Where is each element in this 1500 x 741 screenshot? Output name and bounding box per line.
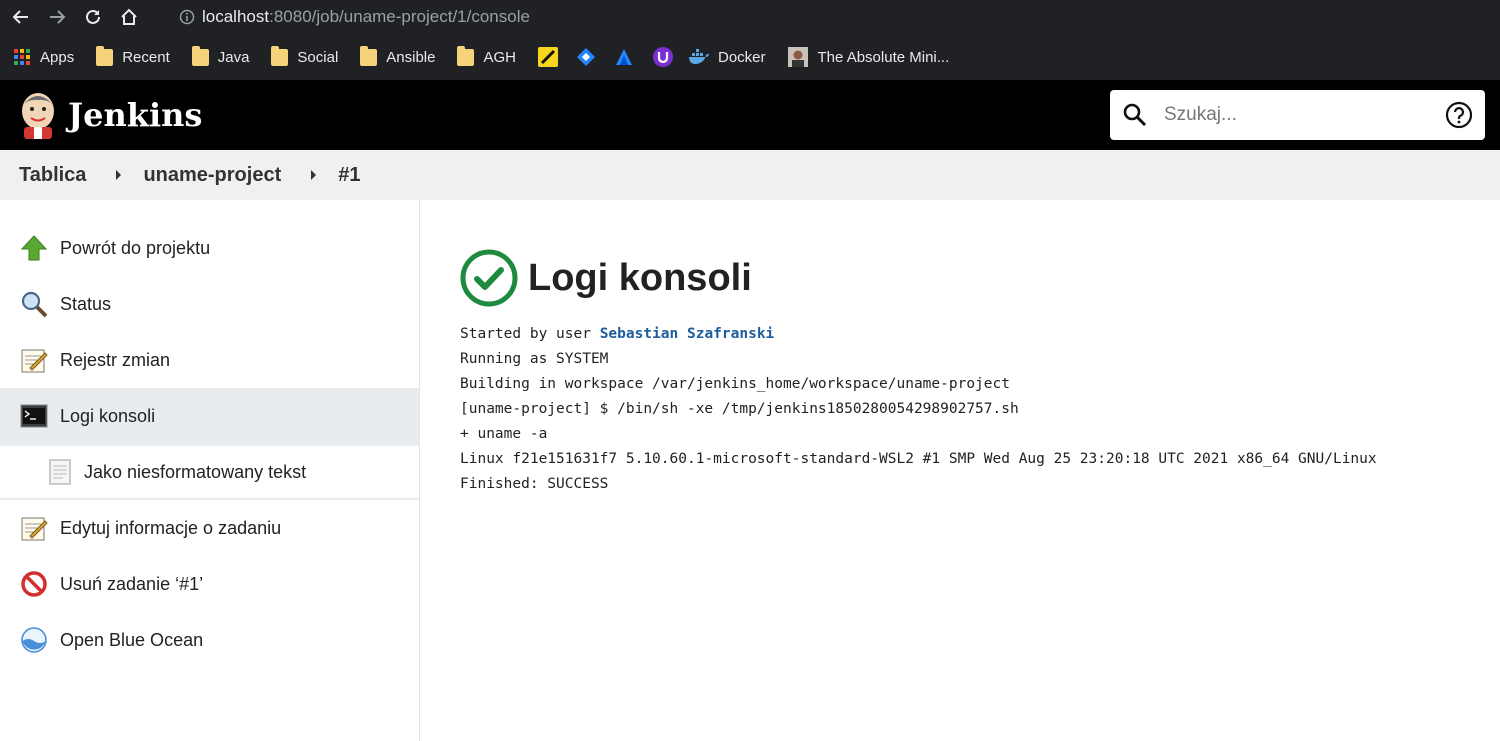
bookmark-label: The Absolute Mini... <box>817 48 950 66</box>
no-entry-icon <box>21 571 47 597</box>
breadcrumb-dashboard[interactable]: Tablica <box>19 164 86 187</box>
blue-ocean-icon <box>21 627 47 653</box>
sidebar-item-label: Open Blue Ocean <box>60 629 204 650</box>
bookmark-absolute-mini[interactable]: The Absolute Mini... <box>787 42 950 72</box>
forward-button[interactable] <box>42 2 72 32</box>
console-line: + uname -a <box>460 426 548 442</box>
magnifier-icon <box>21 291 48 318</box>
bookmark-jira[interactable] <box>576 42 596 72</box>
page-header: Logi konsoli <box>460 248 1480 308</box>
yellow-app-icon <box>538 47 558 67</box>
forward-arrow-icon <box>50 10 66 24</box>
sidebar-item-back-to-project[interactable]: Powrót do projektu <box>0 220 419 276</box>
success-check-icon <box>460 249 518 307</box>
breadcrumb: Tablica uname-project #1 <box>0 150 1500 200</box>
console-text: Started by user <box>460 326 600 342</box>
main-content: Logi konsoli Started by user Sebastian S… <box>460 248 1480 497</box>
home-button[interactable] <box>114 2 144 32</box>
sidebar-item-label: Usuń zadanie ‘#1’ <box>60 573 204 594</box>
sidebar-item-label: Status <box>60 293 112 314</box>
sidebar-item-console-output[interactable]: Logi konsoli <box>0 388 419 444</box>
jira-icon <box>577 48 595 66</box>
breadcrumb-chevron-icon[interactable] <box>311 170 317 180</box>
search-box[interactable]: Szukaj... <box>1110 90 1485 140</box>
avatar-icon <box>787 47 808 67</box>
sidebar-item-plain-text[interactable]: Jako niesformatowany tekst <box>0 444 419 500</box>
site-info-icon[interactable] <box>172 9 202 25</box>
bookmark-purple-app[interactable] <box>652 42 674 72</box>
sidebar-item-label: Edytuj informacje o zadaniu <box>60 517 282 538</box>
sidebar-item-label: Logi konsoli <box>60 405 156 426</box>
url-path: :8080/job/uname-project/1/console <box>269 7 530 26</box>
terminal-icon <box>20 404 48 428</box>
bookmark-ansible[interactable]: Ansible <box>360 42 435 72</box>
jenkins-logo-icon[interactable] <box>18 91 58 139</box>
jenkins-header: Jenkins Szukaj... <box>0 80 1500 150</box>
sidebar-item-edit-build-info[interactable]: Edytuj informacje o zadaniu <box>0 500 419 556</box>
back-arrow-icon <box>12 10 28 24</box>
console-line: Finished: SUCCESS <box>460 476 609 492</box>
browser-toolbar: localhost:8080/job/uname-project/1/conso… <box>0 0 1500 34</box>
console-line: Building in workspace /var/jenkins_home/… <box>460 376 1010 392</box>
reload-icon <box>86 9 100 24</box>
bookmark-recent[interactable]: Recent <box>96 42 170 72</box>
bookmark-label: Apps <box>40 48 75 66</box>
console-line: Linux f21e151631f7 5.10.60.1-microsoft-s… <box>460 451 1377 467</box>
sidebar-item-delete-build[interactable]: Usuń zadanie ‘#1’ <box>0 556 419 612</box>
atlassian-icon <box>616 49 632 65</box>
folder-icon <box>360 45 378 66</box>
bookmark-label: Java <box>217 48 250 66</box>
jenkins-title[interactable]: Jenkins <box>68 96 202 134</box>
bookmarks-bar: Apps Recent Java Social Ansible AGH Dock… <box>0 34 1500 80</box>
search-icon <box>1123 103 1147 127</box>
url-host: localhost <box>202 7 270 26</box>
url-text: localhost:8080/job/uname-project/1/conso… <box>202 7 530 27</box>
breadcrumb-build[interactable]: #1 <box>338 164 360 187</box>
console-output: Started by user Sebastian Szafranski Runn… <box>460 322 1480 497</box>
console-line: Started by user Sebastian Szafranski <box>460 322 1480 347</box>
reload-button[interactable] <box>78 2 108 32</box>
bookmark-yellow-app[interactable] <box>538 42 558 72</box>
apps-grid-icon <box>14 49 30 65</box>
bookmark-label: Social <box>297 48 339 66</box>
bookmark-label: Recent <box>122 48 170 66</box>
sidebar-item-label: Rejestr zmian <box>60 349 171 370</box>
folder-icon <box>457 45 475 66</box>
sidebar-item-changes[interactable]: Rejestr zmian <box>0 332 419 388</box>
document-icon <box>49 459 71 485</box>
console-line: [uname-project] $ /bin/sh -xe /tmp/jenki… <box>460 401 1019 417</box>
purple-app-icon <box>653 47 673 67</box>
bookmark-label: AGH <box>483 48 516 66</box>
folder-icon <box>271 45 289 66</box>
bookmark-java[interactable]: Java <box>191 42 250 72</box>
sidebar-item-label: Powrót do projektu <box>60 237 211 258</box>
bookmark-apps[interactable]: Apps <box>14 42 74 72</box>
home-icon <box>121 8 137 25</box>
docker-icon <box>689 49 709 64</box>
page-title: Logi konsoli <box>528 256 752 299</box>
bookmark-docker[interactable]: Docker <box>688 42 766 72</box>
folder-icon <box>191 45 209 66</box>
sidebar: Powrót do projektu Status Rejestr zmian … <box>0 200 420 741</box>
address-bar[interactable]: localhost:8080/job/uname-project/1/conso… <box>172 2 1492 32</box>
search-input[interactable]: Szukaj... <box>1164 104 1445 126</box>
sidebar-item-blue-ocean[interactable]: Open Blue Ocean <box>0 612 419 668</box>
sidebar-item-status[interactable]: Status <box>0 276 419 332</box>
folder-icon <box>96 45 114 66</box>
bookmark-label: Docker <box>718 48 766 66</box>
up-arrow-icon <box>20 235 48 261</box>
breadcrumb-project[interactable]: uname-project <box>143 164 281 187</box>
sidebar-item-label: Jako niesformatowany tekst <box>84 461 307 482</box>
notepad-icon <box>21 517 48 541</box>
console-line: Running as SYSTEM <box>460 351 609 367</box>
back-button[interactable] <box>6 2 36 32</box>
bookmark-social[interactable]: Social <box>271 42 338 72</box>
bookmark-label: Ansible <box>386 48 436 66</box>
help-icon[interactable] <box>1445 101 1473 129</box>
bookmark-agh[interactable]: AGH <box>457 42 516 72</box>
user-link[interactable]: Sebastian Szafranski <box>600 326 775 342</box>
breadcrumb-chevron-icon[interactable] <box>116 170 122 180</box>
notepad-icon <box>21 349 48 373</box>
bookmark-atlassian[interactable] <box>614 42 634 72</box>
